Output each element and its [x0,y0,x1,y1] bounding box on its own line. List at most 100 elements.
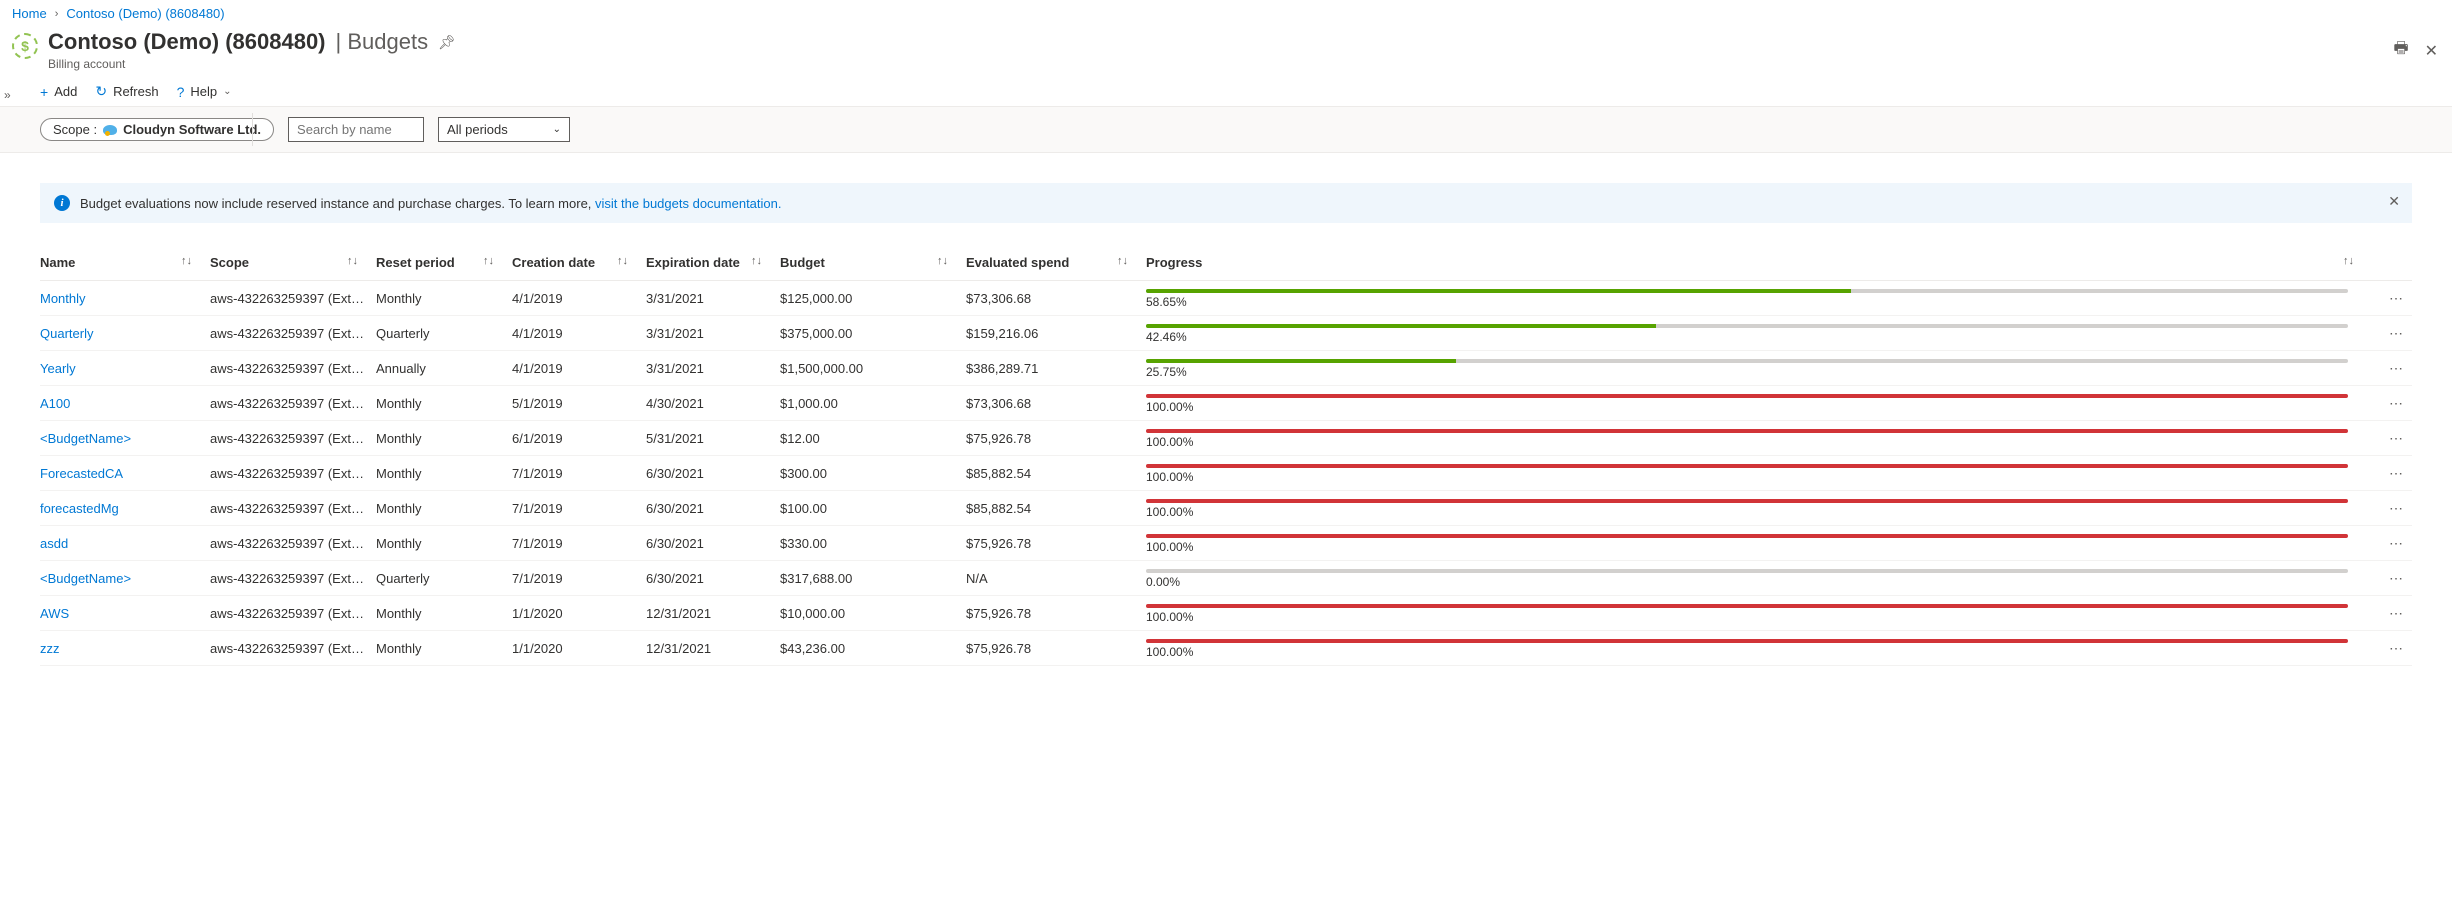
col-edate[interactable]: Expiration date↑↓ [646,247,780,281]
cell-progress: 100.00% [1146,386,2372,421]
col-budget[interactable]: Budget↑↓ [780,247,966,281]
cell-cdate: 1/1/2020 [512,631,646,666]
chevron-right-icon: › [55,8,59,20]
row-menu-icon[interactable]: ⋯ [2372,631,2412,666]
cell-cdate: 7/1/2019 [512,491,646,526]
search-input[interactable] [288,117,424,142]
cell-edate: 3/31/2021 [646,316,780,351]
cell-cdate: 4/1/2019 [512,281,646,316]
page-header: $ Contoso (Demo) (8608480) | Budgets 📌︎ … [0,27,2452,77]
budget-link[interactable]: ForecastedCA [40,466,123,481]
cell-edate: 4/30/2021 [646,386,780,421]
row-menu-icon[interactable]: ⋯ [2372,281,2412,316]
table-row: ForecastedCA aws-432263259397 (External .… [40,456,2412,491]
cell-cdate: 7/1/2019 [512,526,646,561]
billing-account-icon: $ [12,33,38,59]
expand-menu-icon[interactable]: » [4,88,11,102]
cell-edate: 5/31/2021 [646,421,780,456]
row-menu-icon[interactable]: ⋯ [2372,351,2412,386]
table-row: Quarterlyaws-432263259397 (External ...Q… [40,316,2412,351]
cell-budget: $43,236.00 [780,631,966,666]
info-link[interactable]: visit the budgets documentation. [595,196,781,211]
cell-budget: $317,688.00 [780,561,966,596]
chevron-down-icon: ⌄ [223,86,231,97]
row-menu-icon[interactable]: ⋯ [2372,421,2412,456]
cell-spend: $75,926.78 [966,596,1146,631]
filter-bar: Scope : Cloudyn Software Ltd. All period… [0,107,2452,153]
cell-scope: aws-432263259397 (External ... [210,456,376,491]
budget-link[interactable]: asdd [40,536,68,551]
budget-link[interactable]: zzz [40,641,60,656]
plus-icon: + [40,84,48,100]
budget-link[interactable]: AWS [40,606,69,621]
scope-selector[interactable]: Scope : Cloudyn Software Ltd. [40,118,274,141]
cell-budget: $12.00 [780,421,966,456]
cell-reset: Monthly [376,456,512,491]
breadcrumb-current[interactable]: Contoso (Demo) (8608480) [66,6,224,21]
cell-reset: Quarterly [376,561,512,596]
breadcrumb-home[interactable]: Home [12,6,47,21]
row-menu-icon[interactable]: ⋯ [2372,596,2412,631]
cell-spend: $85,882.54 [966,456,1146,491]
budget-link[interactable]: <BudgetName> [40,431,131,446]
budget-link[interactable]: Quarterly [40,326,93,341]
sort-icon[interactable]: ↑↓ [2343,255,2354,267]
col-scope[interactable]: Scope↑↓ [210,247,376,281]
cell-cdate: 6/1/2019 [512,421,646,456]
col-progress[interactable]: Progress↑↓ [1146,247,2372,281]
period-select[interactable]: All periods ⌄ [438,117,570,142]
budget-link[interactable]: forecastedMg [40,501,119,516]
cell-spend: N/A [966,561,1146,596]
cell-edate: 6/30/2021 [646,456,780,491]
cell-edate: 3/31/2021 [646,351,780,386]
pin-icon[interactable]: 📌︎ [438,34,456,51]
sort-icon[interactable]: ↑↓ [347,255,358,267]
col-reset[interactable]: Reset period↑↓ [376,247,512,281]
cell-cdate: 7/1/2019 [512,456,646,491]
sort-icon[interactable]: ↑↓ [181,255,192,267]
cell-progress: 100.00% [1146,491,2372,526]
sort-icon[interactable]: ↑↓ [937,255,948,267]
page-section: | Budgets [336,29,429,55]
row-menu-icon[interactable]: ⋯ [2372,561,2412,596]
info-icon: i [54,195,70,211]
cell-budget: $10,000.00 [780,596,966,631]
add-button[interactable]: +Add [40,84,77,100]
row-menu-icon[interactable]: ⋯ [2372,491,2412,526]
cell-cdate: 4/1/2019 [512,351,646,386]
close-icon[interactable]: ✕ [2425,41,2438,61]
cell-edate: 12/31/2021 [646,631,780,666]
refresh-button[interactable]: ↻Refresh [95,83,158,100]
cell-reset: Monthly [376,526,512,561]
cell-spend: $75,926.78 [966,526,1146,561]
budget-link[interactable]: <BudgetName> [40,571,131,586]
sort-icon[interactable]: ↑↓ [1117,255,1128,267]
row-menu-icon[interactable]: ⋯ [2372,526,2412,561]
help-button[interactable]: ?Help ⌄ [177,84,232,100]
row-menu-icon[interactable]: ⋯ [2372,456,2412,491]
sort-icon[interactable]: ↑↓ [751,255,762,267]
cell-scope: aws-432263259397 (External ... [210,526,376,561]
table-row: forecastedMgaws-432263259397 (External .… [40,491,2412,526]
cell-spend: $386,289.71 [966,351,1146,386]
cell-reset: Annually [376,351,512,386]
budget-link[interactable]: A100 [40,396,70,411]
sort-icon[interactable]: ↑↓ [617,255,628,267]
cell-cdate: 1/1/2020 [512,596,646,631]
banner-close-icon[interactable]: ✕ [2388,193,2400,210]
budget-link[interactable]: Monthly [40,291,86,306]
sort-icon[interactable]: ↑↓ [483,255,494,267]
table-row: AWSaws-432263259397 (External ...Monthly… [40,596,2412,631]
breadcrumb: Home › Contoso (Demo) (8608480) [0,0,2452,27]
col-cdate[interactable]: Creation date↑↓ [512,247,646,281]
col-spend[interactable]: Evaluated spend↑↓ [966,247,1146,281]
cell-edate: 3/31/2021 [646,281,780,316]
print-icon[interactable]: 🖶︎ [2393,37,2408,64]
row-menu-icon[interactable]: ⋯ [2372,316,2412,351]
table-row: A100aws-432263259397 (External ...Monthl… [40,386,2412,421]
cell-scope: aws-432263259397 (External ... [210,281,376,316]
budget-link[interactable]: Yearly [40,361,76,376]
cell-budget: $330.00 [780,526,966,561]
col-name[interactable]: Name↑↓ [40,247,210,281]
row-menu-icon[interactable]: ⋯ [2372,386,2412,421]
